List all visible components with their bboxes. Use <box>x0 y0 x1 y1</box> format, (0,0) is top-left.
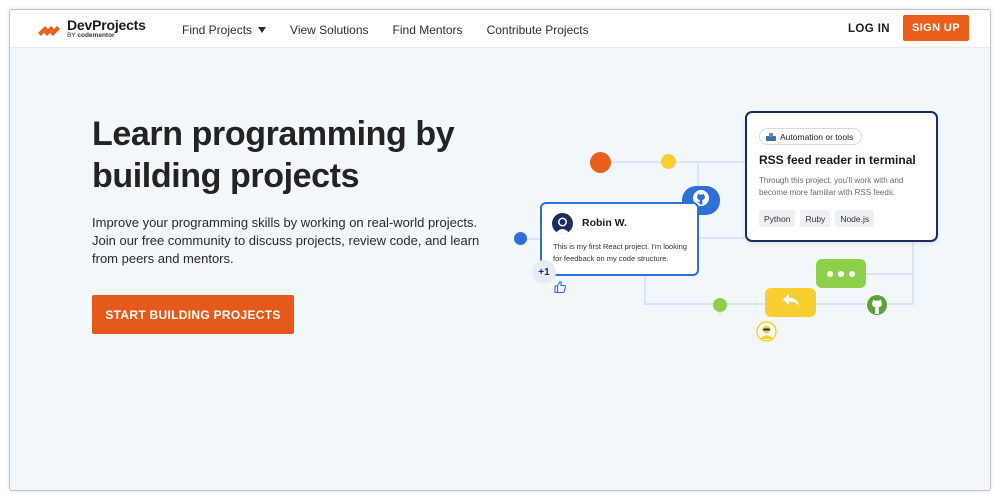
thumbs-up-icon[interactable] <box>553 280 567 294</box>
project-title: RSS feed reader in terminal <box>759 153 916 167</box>
project-description: Through this project, you'll work with a… <box>759 176 904 197</box>
more-dots-icon <box>825 270 858 277</box>
yellow-avatar-icon <box>756 321 777 342</box>
chip-nodejs[interactable]: Node.js <box>835 210 875 227</box>
blue-dot <box>514 232 527 245</box>
chat-bubble-reply <box>765 288 816 317</box>
project-card[interactable]: Automation or tools RSS feed reader in t… <box>745 111 938 242</box>
gear-icon <box>766 132 776 141</box>
orange-dot <box>590 152 611 173</box>
green-avatar-icon <box>866 294 888 316</box>
commenter-name: Robin W. <box>582 217 627 229</box>
yellow-dot <box>661 154 676 169</box>
chip-ruby[interactable]: Ruby <box>800 210 831 227</box>
comment-text: This is my first React project. I'm look… <box>553 242 687 263</box>
reply-icon <box>782 293 800 312</box>
avatar-icon <box>552 213 573 234</box>
chip-python[interactable]: Python <box>759 210 796 227</box>
project-tech-chips: Python Ruby Node.js <box>759 210 879 227</box>
comment-card[interactable]: Robin W. This is my first React project.… <box>540 202 699 276</box>
browser-frame: DevProjects BY codementor Find Projects … <box>9 9 991 491</box>
green-dot <box>713 298 727 312</box>
project-category-tag[interactable]: Automation or tools <box>759 128 863 145</box>
chat-bubble-dots <box>816 259 866 288</box>
hero-illustration <box>520 161 938 315</box>
